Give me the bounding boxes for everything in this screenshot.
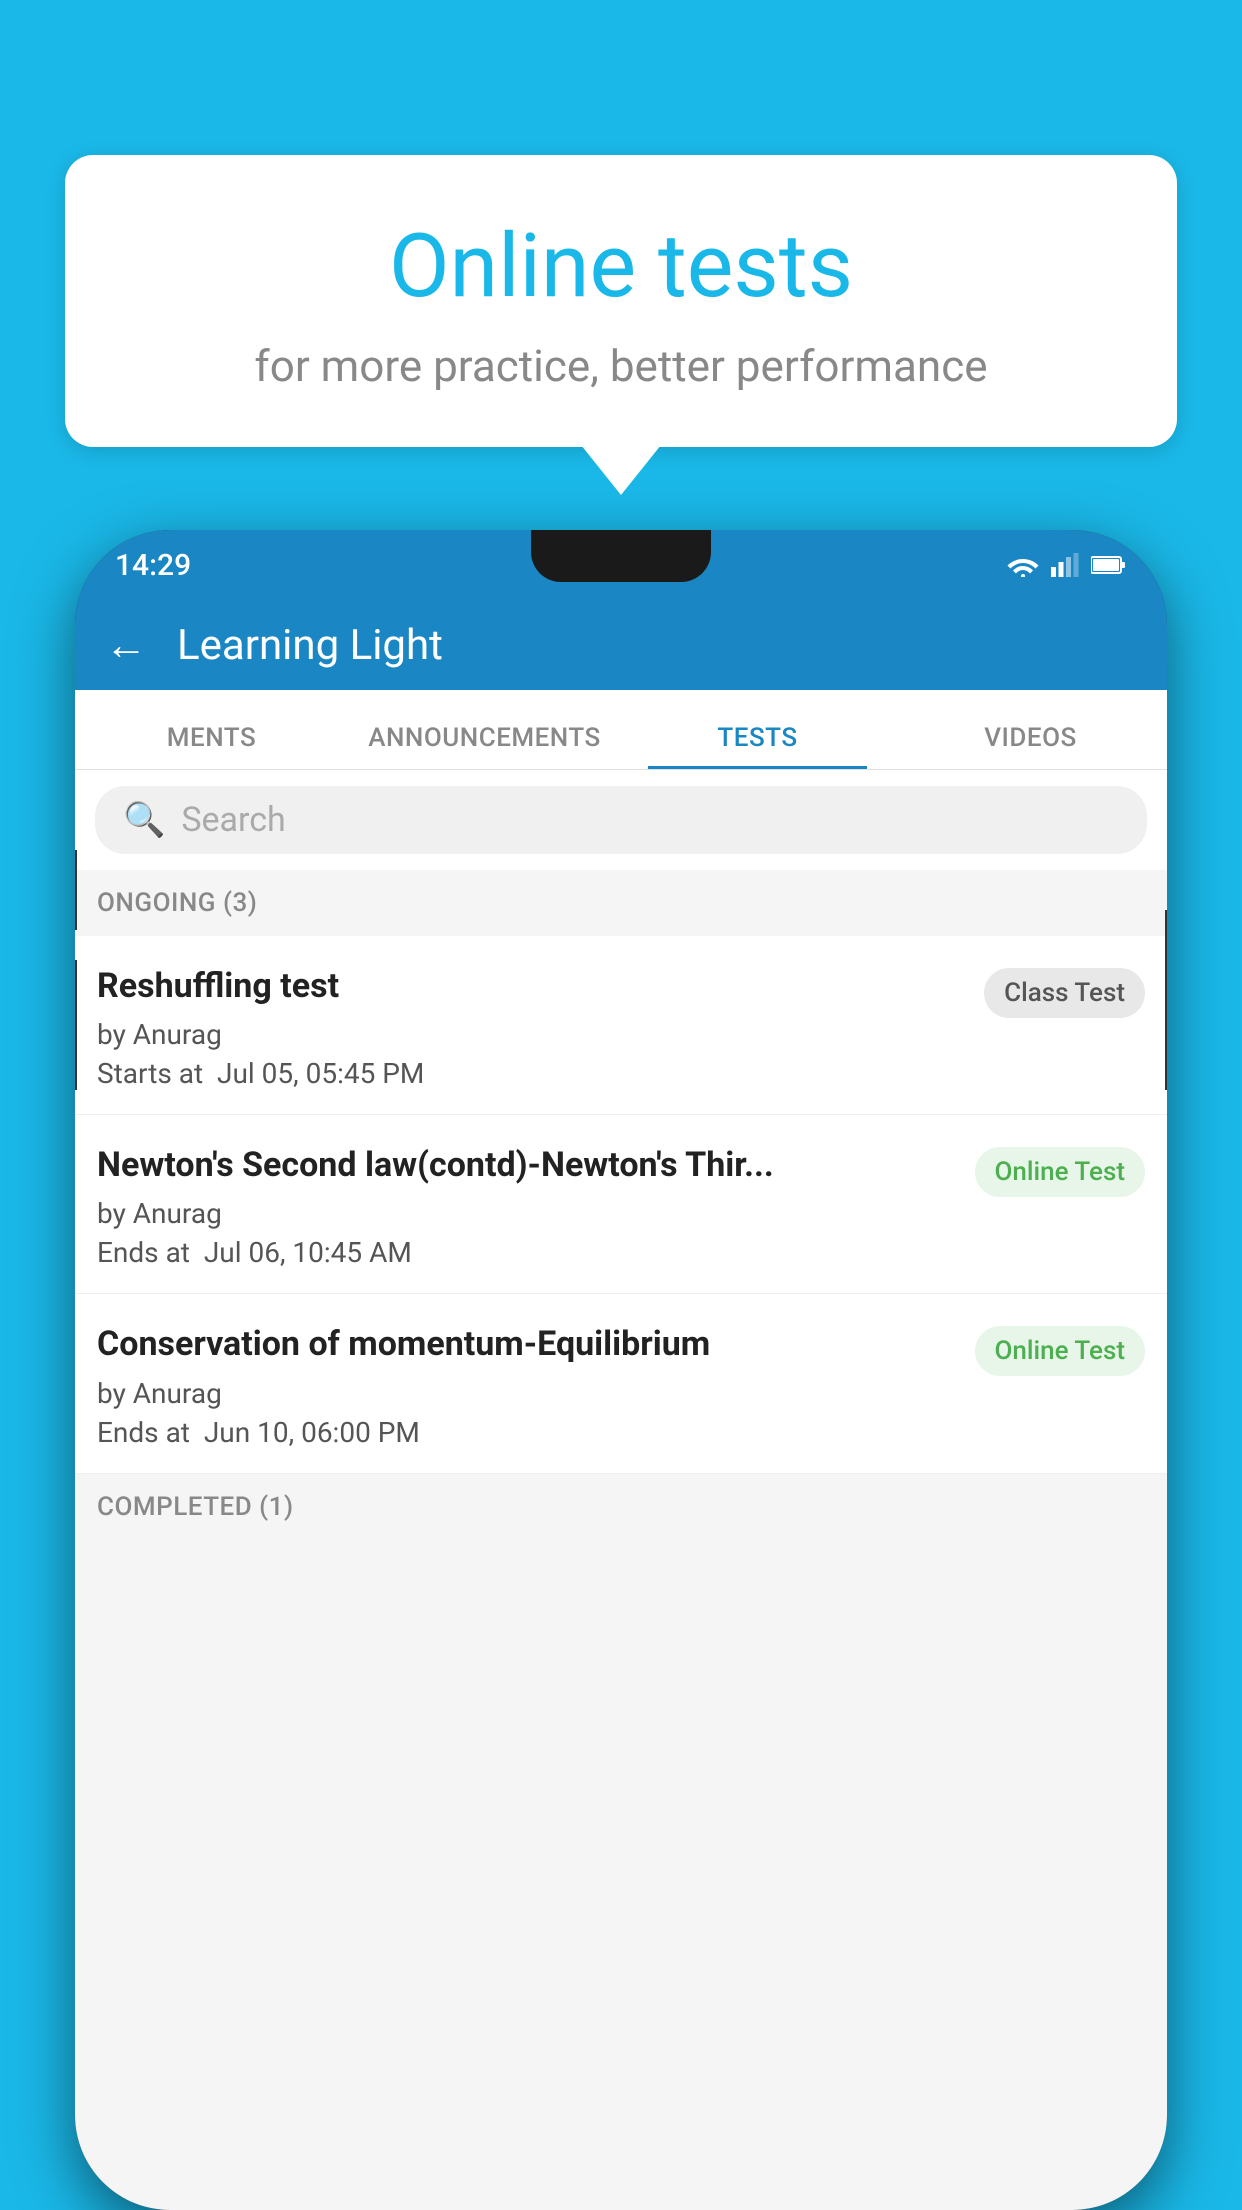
back-button[interactable]: ←	[105, 621, 147, 670]
status-bar: 14:29	[75, 530, 1167, 600]
tab-videos[interactable]: VIDEOS	[894, 723, 1167, 769]
tab-announcements[interactable]: ANNOUNCEMENTS	[348, 723, 621, 769]
tab-ments[interactable]: MENTS	[75, 723, 348, 769]
test-date-conservation: Ends at Jun 10, 06:00 PM	[97, 1416, 955, 1449]
badge-online-test-newtons: Online Test	[975, 1147, 1146, 1197]
test-item-conservation[interactable]: Conservation of momentum-Equilibrium by …	[75, 1294, 1167, 1473]
test-item-newtons[interactable]: Newton's Second law(contd)-Newton's Thir…	[75, 1115, 1167, 1294]
app-header: ← Learning Light	[75, 600, 1167, 690]
test-name-newtons: Newton's Second law(contd)-Newton's Thir…	[97, 1143, 955, 1187]
badge-online-test-conservation: Online Test	[975, 1326, 1146, 1376]
test-author-newtons: by Anurag	[97, 1197, 955, 1230]
battery-icon	[1091, 555, 1127, 575]
test-info-conservation: Conservation of momentum-Equilibrium by …	[97, 1322, 975, 1448]
test-name-conservation: Conservation of momentum-Equilibrium	[97, 1322, 955, 1366]
ongoing-section-header: ONGOING (3)	[75, 870, 1167, 936]
tabs-bar: MENTS ANNOUNCEMENTS TESTS VIDEOS	[75, 690, 1167, 770]
status-icons	[1007, 553, 1127, 577]
volume-down-button[interactable]	[75, 960, 77, 1090]
test-author-conservation: by Anurag	[97, 1377, 955, 1410]
test-info-reshuffling: Reshuffling test by Anurag Starts at Jul…	[97, 964, 984, 1090]
app-title: Learning Light	[177, 621, 443, 670]
bubble-subtitle: for more practice, better performance	[145, 340, 1097, 392]
search-icon: 🔍	[123, 800, 165, 840]
search-bar-wrapper: 🔍 Search	[75, 770, 1167, 870]
power-button[interactable]	[1165, 910, 1167, 1090]
signal-icon	[1051, 553, 1079, 577]
volume-up-button[interactable]	[75, 850, 77, 930]
speech-bubble: Online tests for more practice, better p…	[65, 155, 1177, 447]
tab-tests[interactable]: TESTS	[621, 723, 894, 769]
completed-section-header: COMPLETED (1)	[75, 1474, 1167, 1540]
test-date-reshuffling: Starts at Jul 05, 05:45 PM	[97, 1057, 964, 1090]
test-info-newtons: Newton's Second law(contd)-Newton's Thir…	[97, 1143, 975, 1269]
content-area: 🔍 Search ONGOING (3) Reshuffling test by…	[75, 770, 1167, 2210]
test-author-reshuffling: by Anurag	[97, 1018, 964, 1051]
status-time: 14:29	[115, 548, 191, 583]
search-bar[interactable]: 🔍 Search	[95, 786, 1147, 854]
test-date-newtons: Ends at Jul 06, 10:45 AM	[97, 1236, 955, 1269]
test-name-reshuffling: Reshuffling test	[97, 964, 964, 1008]
phone-frame: 14:29 ← Learni	[75, 530, 1167, 2210]
wifi-icon	[1007, 553, 1039, 577]
bubble-title: Online tests	[145, 215, 1097, 318]
camera-notch	[531, 530, 711, 582]
badge-class-test: Class Test	[984, 968, 1145, 1018]
test-item-reshuffling[interactable]: Reshuffling test by Anurag Starts at Jul…	[75, 936, 1167, 1115]
search-placeholder: Search	[181, 800, 285, 840]
